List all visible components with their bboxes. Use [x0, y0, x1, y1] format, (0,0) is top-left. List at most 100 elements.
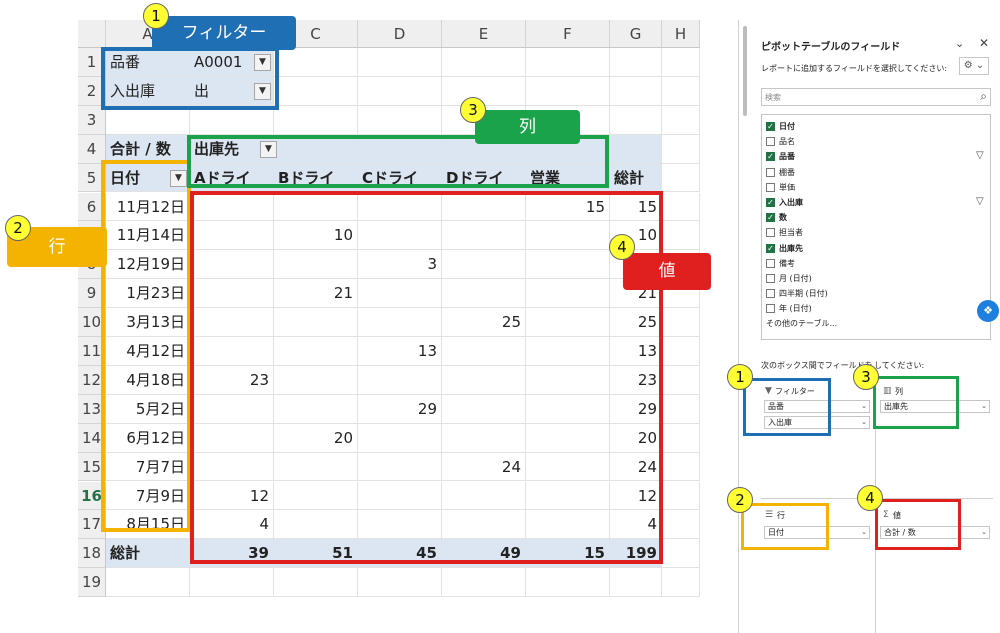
- column-header-d[interactable]: D: [358, 20, 442, 48]
- field-name[interactable]: 入出庫: [779, 197, 803, 208]
- grid-cell[interactable]: [274, 48, 358, 77]
- grid-cell[interactable]: [662, 365, 700, 395]
- grid-cell[interactable]: [662, 510, 700, 540]
- grid-cell[interactable]: [662, 452, 700, 482]
- grid-cell[interactable]: [274, 76, 358, 106]
- field-checkbox[interactable]: [766, 167, 775, 177]
- field-name[interactable]: 数: [779, 212, 787, 223]
- grid-cell[interactable]: [358, 105, 442, 135]
- grid-cell[interactable]: [610, 568, 662, 598]
- grid-cell[interactable]: [662, 568, 700, 598]
- close-icon[interactable]: ✕: [979, 36, 989, 50]
- grid-cell[interactable]: [610, 105, 662, 135]
- field-name[interactable]: 月 (日付): [779, 273, 812, 284]
- field-name[interactable]: 備考: [779, 258, 795, 269]
- select-all-corner[interactable]: [78, 20, 106, 48]
- grid-cell[interactable]: [526, 76, 610, 106]
- grid-cell[interactable]: [662, 105, 700, 135]
- grid-cell[interactable]: [106, 568, 190, 598]
- field-checkbox[interactable]: ✓: [766, 243, 775, 253]
- row-header-3[interactable]: 3: [78, 105, 106, 135]
- grid-cell[interactable]: [662, 134, 700, 164]
- grid-cell[interactable]: [526, 568, 610, 598]
- grid-cell[interactable]: [442, 76, 526, 106]
- grid-cell[interactable]: [442, 48, 526, 77]
- grid-cell[interactable]: [274, 568, 358, 598]
- column-callout-number: 3: [460, 97, 486, 123]
- column-header-e[interactable]: E: [442, 20, 526, 48]
- field-checkbox[interactable]: [766, 274, 775, 283]
- value-callout-label: 値: [623, 253, 711, 290]
- grid-cell[interactable]: [662, 394, 700, 424]
- grid-cell[interactable]: [526, 48, 610, 77]
- row-header-19[interactable]: 19: [78, 568, 106, 598]
- value-area-highlight: [190, 191, 663, 564]
- field-checkbox[interactable]: [766, 182, 775, 192]
- other-tables-link[interactable]: その他のテーブル...: [766, 318, 837, 329]
- value-callout-number: 4: [609, 234, 635, 260]
- column-header-g[interactable]: G: [610, 20, 662, 48]
- field-name[interactable]: 日付: [779, 121, 795, 132]
- chevron-down-icon[interactable]: ⌄: [955, 37, 964, 50]
- grid-cell[interactable]: [442, 568, 526, 598]
- field-checkbox[interactable]: [766, 258, 775, 268]
- grid-cell[interactable]: [358, 48, 442, 77]
- field-name[interactable]: 四半期 (日付): [779, 288, 828, 299]
- grid-cell[interactable]: [190, 568, 274, 598]
- pane-value-number: 4: [857, 485, 883, 511]
- column-header-h[interactable]: H: [662, 20, 700, 48]
- field-name[interactable]: 棚番: [779, 167, 795, 178]
- field-checkbox[interactable]: ✓: [766, 122, 775, 131]
- search-placeholder: 検索: [765, 93, 781, 102]
- field-name[interactable]: 品名: [779, 136, 795, 147]
- grid-cell[interactable]: [662, 163, 700, 193]
- field-name[interactable]: 単価: [779, 182, 795, 193]
- pane-column-number: 3: [853, 364, 879, 390]
- grid-cell[interactable]: [358, 76, 442, 106]
- field-checkbox[interactable]: ✓: [766, 213, 775, 223]
- grid-cell[interactable]: [662, 337, 700, 366]
- field-checkbox[interactable]: ✓: [766, 152, 775, 162]
- grid-cell[interactable]: [274, 105, 358, 135]
- chevron-down-icon: ⌄: [981, 402, 987, 410]
- search-icon: ⌕: [980, 89, 987, 103]
- grid-cell[interactable]: [190, 105, 274, 135]
- grid-cell[interactable]: [610, 48, 662, 77]
- field-name[interactable]: 品番: [779, 151, 795, 162]
- chevron-down-icon: ⌄: [861, 402, 867, 410]
- grid-cell[interactable]: [662, 48, 700, 77]
- grid-cell[interactable]: [358, 568, 442, 598]
- row-header-18[interactable]: 18: [78, 539, 106, 569]
- grid-cell[interactable]: [662, 221, 700, 251]
- grand-total-column-header[interactable]: 総計: [610, 163, 662, 193]
- field-checkbox[interactable]: ✓: [766, 198, 775, 207]
- header-band[interactable]: [610, 134, 662, 164]
- dropbox-icon[interactable]: ❖: [977, 300, 999, 322]
- field-checkbox[interactable]: [766, 289, 775, 299]
- field-search-box[interactable]: 検索 ⌕: [761, 88, 991, 106]
- grid-cell[interactable]: [662, 192, 700, 222]
- grid-cell[interactable]: [610, 76, 662, 106]
- field-checkbox[interactable]: [766, 228, 775, 238]
- pane-value-highlight: [875, 499, 961, 550]
- field-filter-icon[interactable]: ▽: [976, 196, 984, 207]
- field-checkbox[interactable]: [766, 304, 775, 314]
- grid-cell[interactable]: [662, 423, 700, 453]
- field-name[interactable]: 年 (日付): [779, 303, 812, 314]
- pane-row-number: 2: [727, 487, 753, 513]
- field-name[interactable]: 担当者: [779, 227, 803, 238]
- field-checkbox[interactable]: [766, 137, 775, 147]
- pane-filter-highlight: [743, 378, 831, 436]
- grand-total-label[interactable]: 総計: [106, 539, 190, 569]
- pane-scrollbar[interactable]: [743, 26, 747, 116]
- grid-cell[interactable]: [662, 76, 700, 106]
- grid-cell[interactable]: [662, 481, 700, 511]
- column-header-f[interactable]: F: [526, 20, 610, 48]
- grid-cell[interactable]: [106, 105, 190, 135]
- grid-cell[interactable]: [662, 539, 700, 569]
- pane-settings-button[interactable]: ⚙ ⌄: [959, 57, 989, 75]
- grid-cell[interactable]: [662, 308, 700, 337]
- field-name[interactable]: 出庫先: [779, 243, 803, 254]
- filter-callout-label: フィルター: [152, 16, 296, 50]
- field-filter-icon[interactable]: ▽: [976, 150, 984, 161]
